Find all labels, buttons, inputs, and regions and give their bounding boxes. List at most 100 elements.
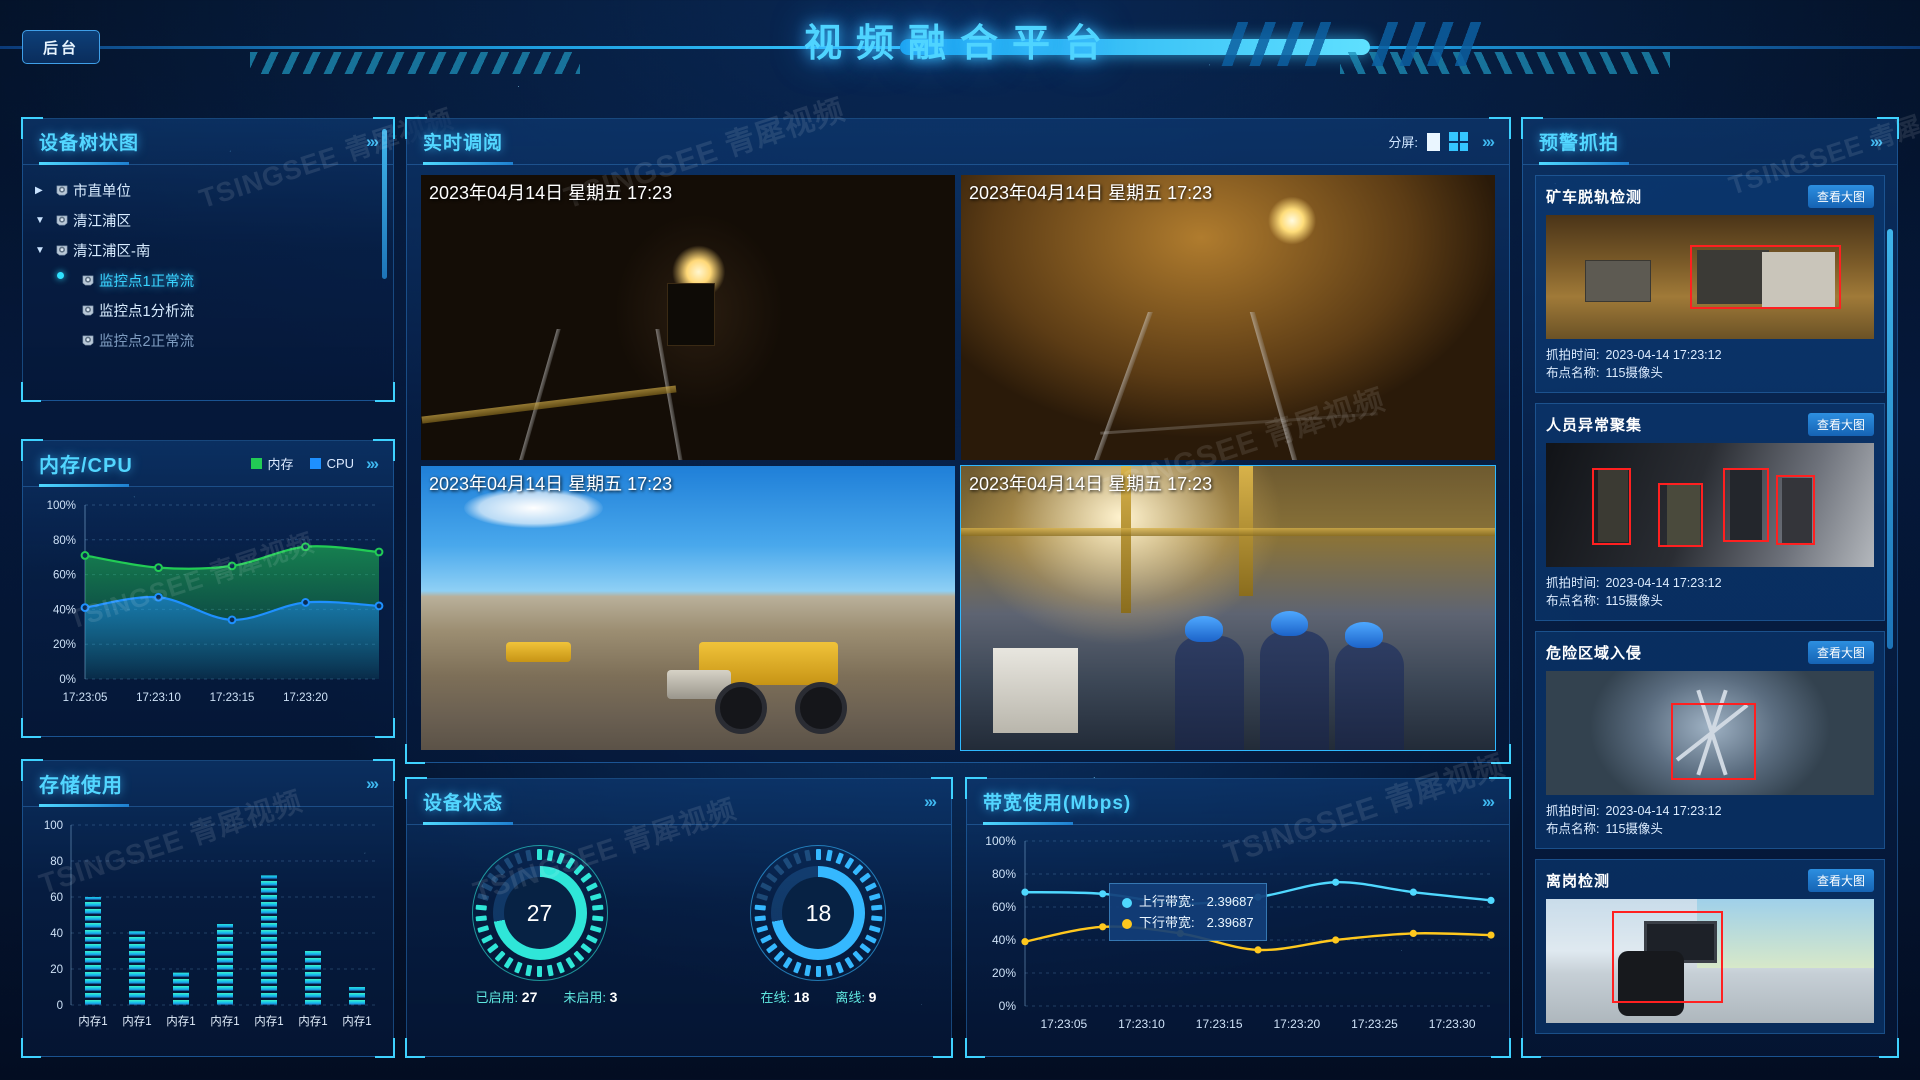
- view-large-button[interactable]: 查看大图: [1807, 184, 1874, 208]
- data-point: [227, 561, 237, 571]
- data-point: [1332, 936, 1340, 944]
- alarm-more[interactable]: ›››: [1870, 132, 1883, 152]
- live-video-header: 实时调阅 分屏: ›››: [407, 119, 1509, 165]
- gauge-labels: 已启用: 27 未启用: 3: [476, 987, 618, 1006]
- alarm-thumbnail[interactable]: [1546, 899, 1874, 1023]
- y-axis-tick: 20: [50, 964, 63, 976]
- bandwidth-panel: 带宽使用(Mbps) ››› 0% 20% 40% 60% 80% 100% 17:23:0…: [965, 749, 1511, 1058]
- alarm-card-title: 矿车脱轨检测: [1546, 188, 1643, 206]
- data-point: [154, 563, 163, 573]
- data-point: [301, 598, 310, 607]
- storage-header: 存储使用 ›››: [23, 761, 393, 807]
- device-tree-node-label: 市直单位: [73, 183, 131, 200]
- device-tree-node[interactable]: ▼ 清江浦区-南: [35, 235, 393, 265]
- y-axis-tick: 100%: [47, 500, 76, 512]
- gauge-label: 已启用: 27: [476, 987, 538, 1006]
- device-tree-node[interactable]: ▶ 市直单位: [35, 175, 393, 205]
- alarm-point-label: 布点名称:: [1546, 366, 1600, 380]
- alarm-card-title: 离岗检测: [1546, 872, 1611, 890]
- split-label: 分屏:: [1388, 135, 1419, 150]
- alarm-point-value: 115摄像头: [1605, 594, 1663, 608]
- live-video-title: 实时调阅: [423, 133, 504, 154]
- device-status-header: 设备状态 ›››: [407, 779, 951, 825]
- memcpu-more[interactable]: ›››: [366, 454, 379, 474]
- device-tree-node[interactable]: ▼ 清江浦区: [35, 205, 393, 235]
- alarm-time-value: 2023-04-14 17:23:12: [1605, 804, 1722, 818]
- video-cell[interactable]: 2023年04月14日 星期五 17:23: [421, 465, 955, 750]
- status-dot: [57, 272, 64, 279]
- alarm-card[interactable]: 离岗检测 查看大图: [1535, 859, 1885, 1034]
- bar: [349, 987, 365, 1005]
- alarm-time-label: 抓拍时间:: [1546, 576, 1600, 590]
- device-tree-scrollbar[interactable]: [382, 129, 387, 279]
- x-axis-tick: 内存1: [166, 1014, 195, 1028]
- alarm-card[interactable]: 人员异常聚集 查看大图 抓拍时间: 2023-04-14 17:23:12 布点名称:…: [1535, 403, 1885, 621]
- caret-down-icon[interactable]: ▼: [35, 245, 51, 256]
- camera-icon: [51, 182, 73, 198]
- data-point: [1099, 890, 1107, 898]
- device-status-panel: 设备状态 ››› 27 已启用: 27 未启用: 3 18 在线: 18 离线: 9 TS…: [405, 777, 953, 1058]
- tooltip-row: 上行带宽: 2.39687: [1122, 891, 1254, 912]
- caret-down-icon[interactable]: ▼: [35, 215, 51, 226]
- gauge-block: 27 已启用: 27 未启用: 3: [471, 845, 618, 1006]
- y-axis-tick: 40: [50, 928, 63, 940]
- backend-button[interactable]: 后台: [22, 30, 100, 64]
- device-tree-node-label: 清江浦区-南: [73, 243, 151, 260]
- video-cell[interactable]: 2023年04月14日 星期五 17:23: [961, 175, 1495, 460]
- device-tree-node[interactable]: 监控点2正常流: [35, 325, 393, 355]
- gauge-value: 18: [805, 899, 832, 926]
- storage-chart: 0 20 40 60 80 100 内存1 内存1 内存1 内存1 内存1 内存1 内存1: [23, 807, 395, 1057]
- device-tree-node[interactable]: 监控点1正常流: [35, 265, 393, 295]
- video-timestamp: 2023年04月14日 星期五 17:23: [429, 183, 673, 203]
- data-point: [1332, 878, 1340, 886]
- x-axis-tick: 内存1: [210, 1014, 239, 1028]
- data-point: [80, 551, 90, 560]
- tooltip-series-value: 2.39687: [1206, 915, 1254, 930]
- legend-label: 内存: [267, 457, 294, 472]
- view-large-button[interactable]: 查看大图: [1807, 868, 1874, 892]
- live-video-more[interactable]: ›››: [1482, 132, 1495, 152]
- y-axis-tick: 20%: [992, 966, 1016, 980]
- x-axis-tick: 17:23:25: [1351, 1017, 1398, 1031]
- alarm-scrollbar[interactable]: [1887, 229, 1893, 649]
- storage-more[interactable]: ›››: [366, 774, 379, 794]
- bandwidth-more[interactable]: ›››: [1482, 792, 1495, 812]
- caret-right-icon[interactable]: ▶: [35, 185, 51, 196]
- alarm-title: 预警抓拍: [1539, 133, 1620, 154]
- alarm-point-row: 布点名称: 115摄像头: [1546, 592, 1874, 610]
- alarm-meta: 抓拍时间: 2023-04-14 17:23:12 布点名称: 115摄像头: [1546, 346, 1874, 382]
- bandwidth-title: 带宽使用(Mbps): [983, 793, 1132, 814]
- split-1-icon[interactable]: [1427, 132, 1441, 151]
- split-screen-controls: 分屏:: [1388, 132, 1469, 151]
- view-large-button[interactable]: 查看大图: [1807, 412, 1874, 436]
- alarm-card[interactable]: 危险区域入侵 查看大图 抓拍时间: 2023-04-14 17:23:12 布点名称:…: [1535, 631, 1885, 849]
- video-grid: 2023年04月14日 星期五 17:23 2023年04月14日 星期五 17…: [421, 175, 1496, 751]
- alarm-card-header: 危险区域入侵 查看大图: [1546, 640, 1874, 664]
- device-tree-node[interactable]: 监控点1分析流: [35, 295, 393, 325]
- camera-icon: [51, 212, 73, 228]
- gauge-label-value: 27: [521, 989, 538, 1005]
- video-cell[interactable]: 2023年04月14日 星期五 17:23: [421, 175, 955, 460]
- view-large-button[interactable]: 查看大图: [1807, 640, 1874, 664]
- data-point: [227, 615, 237, 625]
- alarm-card[interactable]: 矿车脱轨检测 查看大图 抓拍时间: 2023-04-14 17:23:12 布点名称:…: [1535, 175, 1885, 393]
- x-axis-tick: 17:23:30: [1429, 1017, 1476, 1031]
- device-status-more[interactable]: ›››: [924, 792, 937, 812]
- alarm-card-header: 离岗检测 查看大图: [1546, 868, 1874, 892]
- bar: [173, 972, 189, 1005]
- alarm-time-label: 抓拍时间:: [1546, 348, 1600, 362]
- data-point: [1021, 888, 1029, 896]
- bar: [217, 924, 233, 1005]
- camera-icon: [51, 242, 73, 258]
- x-axis-tick: 17:23:20: [283, 692, 328, 704]
- video-cell[interactable]: 2023年04月14日 星期五 17:23: [960, 464, 1496, 751]
- detection-box: [1670, 703, 1756, 781]
- data-point: [301, 542, 310, 552]
- alarm-thumbnail[interactable]: [1546, 215, 1874, 339]
- memcpu-svg: 0% 20% 40% 60% 80% 100% 17:23:05 17:23:10 17:23…: [47, 500, 384, 704]
- device-tree-more[interactable]: ›››: [366, 132, 379, 152]
- split-4-icon[interactable]: [1449, 132, 1469, 151]
- alarm-thumbnail[interactable]: [1546, 443, 1874, 567]
- alarm-thumbnail[interactable]: [1546, 671, 1874, 795]
- alarm-card-title: 危险区域入侵: [1546, 644, 1643, 662]
